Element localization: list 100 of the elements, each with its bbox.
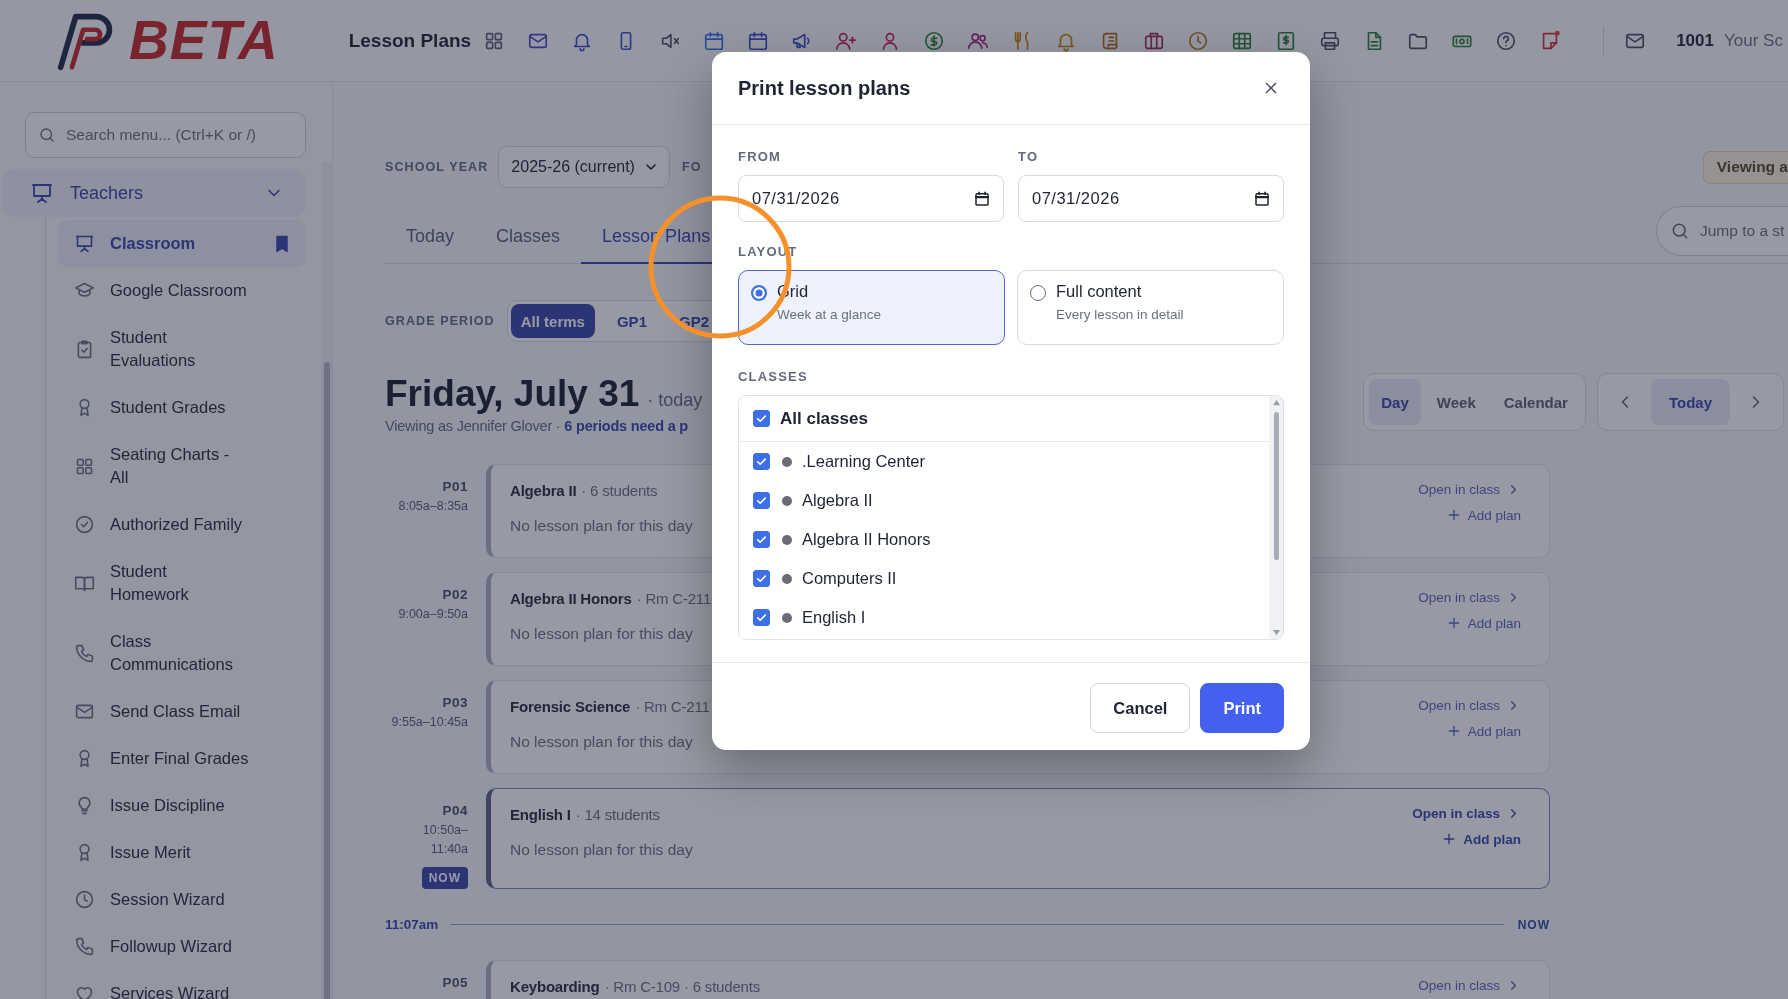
school-year-select[interactable]: 2025-26 (current) bbox=[498, 146, 670, 188]
sidebar-item[interactable]: Issue Discipline bbox=[58, 782, 306, 829]
grade-period-option[interactable]: All terms bbox=[510, 304, 595, 338]
sidebar-item[interactable]: Authorized Family bbox=[58, 501, 306, 548]
add-plan-link[interactable]: Add plan bbox=[1445, 507, 1521, 523]
scroll-up-icon[interactable] bbox=[1271, 399, 1281, 406]
calendar-icon[interactable] bbox=[747, 29, 770, 52]
sidebar-item[interactable]: Followup Wizard bbox=[58, 923, 306, 970]
presentation-icon bbox=[74, 233, 95, 254]
calendar-icon bbox=[973, 189, 991, 208]
checkbox[interactable] bbox=[753, 609, 770, 626]
checkbox[interactable] bbox=[753, 570, 770, 587]
scroll-down-icon[interactable] bbox=[1271, 629, 1281, 636]
print-button[interactable]: Print bbox=[1200, 683, 1284, 733]
help-icon[interactable] bbox=[1495, 29, 1518, 52]
open-in-class-link[interactable]: Open in class bbox=[1418, 978, 1521, 993]
sidebar-item[interactable]: Student Grades bbox=[58, 384, 306, 431]
sidebar-item[interactable]: Services Wizard bbox=[58, 970, 306, 999]
sidebar-item[interactable]: Issue Merit bbox=[58, 829, 306, 876]
radio-button[interactable] bbox=[751, 285, 767, 301]
current-time: 11:07am bbox=[385, 917, 439, 932]
open-in-class-link[interactable]: Open in class bbox=[1418, 590, 1521, 605]
class-name: Computers II bbox=[802, 569, 897, 588]
field-label: TO bbox=[1018, 149, 1040, 165]
check-icon bbox=[755, 455, 768, 468]
viewing-badge: Viewing a bbox=[1702, 150, 1788, 184]
sidebar-item[interactable]: Seating Charts - All bbox=[58, 431, 306, 501]
now-label: NOW bbox=[1517, 917, 1550, 932]
date-field[interactable]: 07/31/2026 bbox=[738, 175, 1004, 222]
class-details: · 14 students bbox=[575, 806, 660, 823]
search-field[interactable]: Search menu... (Ctrl+K or /) bbox=[25, 112, 306, 158]
period-label: P04 bbox=[441, 803, 468, 818]
printer-icon[interactable] bbox=[1319, 29, 1342, 52]
checkbox[interactable] bbox=[753, 492, 770, 509]
class-name: Forensic Science bbox=[510, 698, 631, 715]
filter-label: SCHOOL YEAR bbox=[385, 160, 489, 174]
sidebar-item[interactable]: Student Evaluations bbox=[58, 314, 306, 384]
scrollbar-thumb[interactable] bbox=[323, 362, 330, 999]
open-in-class-link[interactable]: Open in class bbox=[1412, 806, 1521, 821]
checkbox[interactable] bbox=[753, 410, 770, 427]
class-details: · Rm C-211 bbox=[636, 590, 712, 607]
dollar-icon[interactable] bbox=[923, 29, 946, 52]
clock-icon bbox=[74, 889, 95, 910]
search-field[interactable]: Jump to a st bbox=[1656, 206, 1788, 256]
search-icon bbox=[38, 126, 56, 144]
section-header[interactable]: Teachers bbox=[2, 169, 306, 217]
clock-icon[interactable] bbox=[1187, 29, 1210, 52]
class-name: English I bbox=[802, 608, 866, 627]
grade-period-option[interactable]: GP1 bbox=[606, 304, 657, 338]
today-button[interactable]: Today bbox=[1650, 379, 1730, 425]
view-tab[interactable]: Day bbox=[1369, 379, 1421, 425]
period-label: P05 bbox=[441, 975, 468, 990]
view-tab[interactable]: Week bbox=[1424, 379, 1488, 425]
open-in-class-link[interactable]: Open in class bbox=[1418, 482, 1521, 497]
tab[interactable]: Today bbox=[385, 211, 476, 264]
scrollbar-thumb[interactable] bbox=[1273, 412, 1279, 560]
lesson-plan-status: No lesson plan for this day bbox=[510, 733, 694, 751]
phone-icon bbox=[74, 936, 95, 957]
class-name: .Learning Center bbox=[802, 452, 925, 471]
check-icon bbox=[755, 572, 768, 585]
add-plan-link[interactable]: Add plan bbox=[1445, 723, 1521, 739]
lesson-plan-status: No lesson plan for this day bbox=[510, 841, 693, 859]
calendar-icon[interactable] bbox=[703, 29, 726, 52]
class-name: Algebra II Honors bbox=[802, 530, 931, 549]
class-name: Keyboarding bbox=[510, 978, 600, 995]
sidebar-item[interactable]: Classroom bbox=[58, 220, 306, 267]
date-field[interactable]: 07/31/2026 bbox=[1018, 175, 1284, 222]
checkbox[interactable] bbox=[753, 531, 770, 548]
check-icon bbox=[755, 494, 768, 507]
sidebar-item[interactable]: Send Class Email bbox=[58, 688, 306, 735]
today-note: · today bbox=[647, 390, 703, 411]
dot-icon bbox=[782, 573, 792, 584]
layout-description: Week at a glance bbox=[777, 307, 882, 322]
sidebar-item[interactable]: Enter Final Grades bbox=[58, 735, 306, 782]
radio-button[interactable] bbox=[1030, 285, 1046, 301]
periods-link[interactable]: 6 periods need a p bbox=[564, 418, 688, 434]
view-tab[interactable]: Calendar bbox=[1491, 379, 1580, 425]
period-time: 9:00a–9:50a bbox=[397, 606, 468, 623]
filter-label: GRADE PERIOD bbox=[385, 314, 495, 328]
sidebar-item[interactable]: Student Homework bbox=[58, 548, 306, 618]
dot-icon bbox=[782, 534, 792, 545]
check-circle-icon bbox=[74, 514, 95, 535]
add-plan-link[interactable]: Add plan bbox=[1441, 831, 1521, 847]
user-id: 1001 bbox=[1676, 30, 1714, 51]
all-classes-label: All classes bbox=[780, 408, 868, 429]
field-label: FROM bbox=[738, 149, 783, 165]
layout-option[interactable]: Full content Every lesson in detail bbox=[1017, 270, 1284, 345]
sidebar-item[interactable]: Session Wizard bbox=[58, 876, 306, 923]
layout-description: Every lesson in detail bbox=[1056, 307, 1184, 322]
add-plan-link[interactable]: Add plan bbox=[1445, 615, 1521, 631]
tab[interactable]: Classes bbox=[475, 211, 582, 264]
layout-title: Full content bbox=[1056, 282, 1143, 301]
open-in-class-link[interactable]: Open in class bbox=[1418, 698, 1521, 713]
sidebar-item[interactable]: Google Classroom bbox=[58, 267, 306, 314]
now-badge: NOW bbox=[421, 867, 468, 889]
period-label: P02 bbox=[441, 587, 468, 602]
checkbox[interactable] bbox=[753, 453, 770, 470]
brand-name: BETA bbox=[129, 13, 279, 68]
sidebar-item[interactable]: Class Communications bbox=[58, 618, 306, 688]
cancel-button[interactable]: Cancel bbox=[1090, 683, 1191, 733]
